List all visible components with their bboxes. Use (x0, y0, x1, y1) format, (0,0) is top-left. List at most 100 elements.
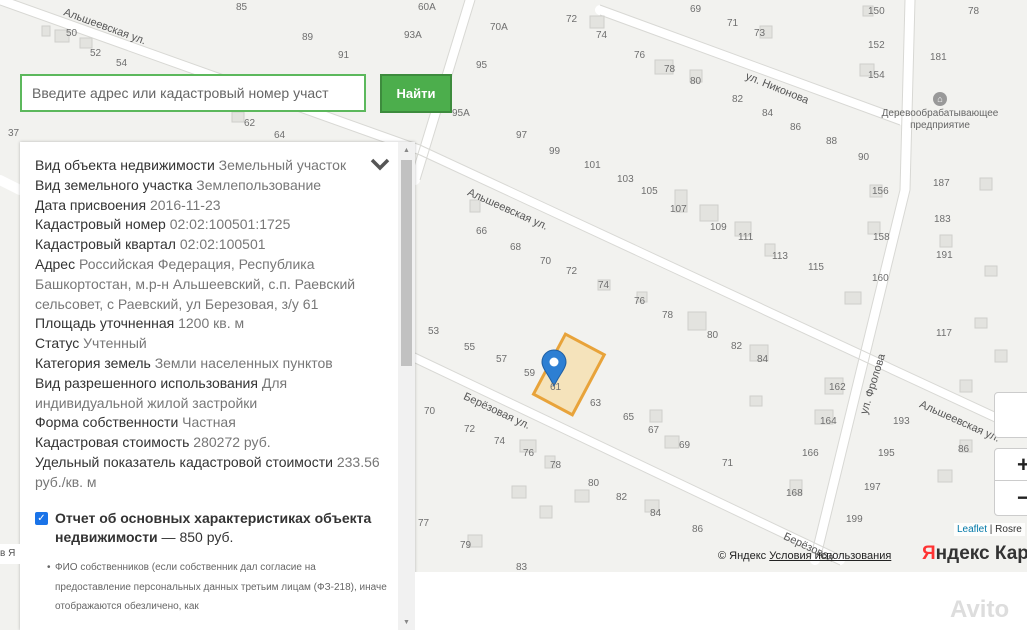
zoom-in-button[interactable]: + (995, 449, 1027, 481)
house-number-label: 50 (66, 28, 78, 39)
house-number-label: 82 (732, 94, 744, 105)
house-number-label: 86 (692, 524, 704, 535)
house-number-label: 197 (864, 482, 881, 493)
house-number-label: 90 (858, 152, 870, 163)
house-number-label: 74 (596, 30, 608, 41)
info-row-key: Кадастровый номер (35, 216, 166, 233)
house-number-label: 68 (510, 242, 522, 253)
info-row: Вид разрешенного использования Для индив… (35, 374, 390, 414)
info-row-key: Площадь уточненная (35, 315, 175, 332)
house-number-label: 80 (707, 330, 719, 341)
house-number-label: 69 (679, 440, 691, 451)
house-number-label: 72 (464, 424, 476, 435)
info-row: Кадастровый номер 02:02:100501:1725 (35, 215, 390, 235)
scroll-down-arrow-icon[interactable]: ▼ (398, 618, 415, 628)
house-number-label: 103 (617, 174, 634, 185)
info-row-value: Земли населенных пунктов (154, 354, 333, 371)
info-row-key: Кадастровый квартал (35, 236, 176, 253)
left-edge-label: в Я (0, 544, 22, 564)
info-row: Статус Учтенный (35, 334, 390, 354)
info-row-value: 280272 руб. (193, 434, 271, 451)
house-number-label: 84 (757, 354, 769, 365)
scroll-thumb[interactable] (401, 160, 412, 366)
house-number-label: 63 (590, 398, 602, 409)
house-number-label: 85 (236, 2, 248, 13)
house-number-label: 70 (424, 406, 436, 417)
house-number-label: 64 (274, 130, 286, 141)
info-row-value: Землепользование (196, 176, 322, 193)
scroll-up-arrow-icon[interactable]: ▲ (398, 146, 415, 156)
house-number-label: 72 (566, 266, 578, 277)
house-number-label: 74 (598, 280, 610, 291)
house-number-label: 70 (540, 256, 552, 267)
house-number-label: 89 (302, 32, 314, 43)
yandex-terms-link[interactable]: Условия использования (769, 550, 891, 562)
house-number-label: 69 (690, 4, 702, 15)
yandex-maps-logo[interactable]: Яндекс Карт (922, 543, 1027, 565)
house-number-label: 82 (616, 492, 628, 503)
house-number-label: 67 (648, 425, 660, 436)
house-number-label: 193 (893, 416, 910, 427)
house-number-label: 62 (244, 118, 256, 129)
map-attribution: Leaflet | Rosre (954, 523, 1025, 536)
house-number-label: 78 (662, 310, 674, 321)
house-number-label: 156 (872, 186, 889, 197)
info-row-key: Адрес (35, 255, 76, 272)
house-number-label: 78 (664, 64, 676, 75)
parcel-info-panel: Вид объекта недвижимости Земельный участ… (20, 142, 415, 630)
house-number-label: 150 (868, 6, 885, 17)
house-number-label: 160 (872, 273, 889, 284)
house-number-label: 199 (846, 514, 863, 525)
house-number-label: 95 (476, 60, 488, 71)
house-number-label: 84 (650, 508, 662, 519)
house-number-label: 191 (936, 250, 953, 261)
house-number-label: 158 (873, 232, 890, 243)
house-number-label: 78 (550, 460, 562, 471)
leaflet-link[interactable]: Leaflet (957, 524, 987, 535)
report-checkbox[interactable]: ✓ (35, 511, 48, 525)
house-number-label: 95А (452, 108, 470, 119)
house-number-label: 99 (549, 146, 561, 157)
house-number-label: 66 (476, 226, 488, 237)
rosreestr-attribution: | Rosre (987, 524, 1022, 535)
house-number-label: 57 (496, 354, 508, 365)
info-row: Площадь уточненная 1200 кв. м (35, 314, 390, 334)
info-row-value: Учтенный (83, 335, 147, 352)
info-row: Дата присвоения 2016-11-23 (35, 196, 390, 216)
house-number-label: 91 (338, 50, 350, 61)
house-number-label: 76 (634, 50, 646, 61)
collapse-chevron-icon[interactable] (368, 152, 392, 176)
house-number-label: 154 (868, 70, 885, 81)
info-row-key: Статус (35, 335, 80, 352)
house-number-label: 181 (930, 52, 947, 63)
road-nikonova (595, 5, 905, 125)
factory-icon: ⌂ (933, 92, 947, 106)
info-row: Кадастровая стоимость 280272 руб. (35, 433, 390, 453)
search-input[interactable] (20, 74, 366, 112)
house-number-label: 70А (490, 22, 508, 33)
zoom-control: + − (994, 448, 1027, 516)
house-number-label: 71 (722, 458, 734, 469)
house-number-label: 101 (584, 160, 601, 171)
zoom-out-button[interactable]: − (995, 482, 1027, 514)
search-button[interactable]: Найти (380, 74, 452, 113)
panel-scrollbar[interactable]: ▲ ▼ (398, 142, 415, 630)
info-row-value: 1200 кв. м (178, 315, 245, 332)
info-row-value: Земельный участок (218, 157, 347, 173)
house-number-label: 79 (460, 540, 472, 551)
house-number-label: 80 (690, 76, 702, 87)
poi-woodworking[interactable]: ⌂ Деревообрабатывающее предприятие (870, 92, 1010, 132)
house-number-label: 59 (524, 368, 536, 379)
report-option[interactable]: ✓ Отчет об основных характеристиках объе… (35, 509, 390, 549)
info-row-key: Кадастровая стоимость (35, 434, 190, 451)
info-row: Удельный показатель кадастровой стоимост… (35, 453, 390, 493)
layers-control[interactable] (994, 392, 1027, 438)
report-price: — 850 руб. (157, 529, 234, 546)
yandex-attribution: © Яндекс Условия использования (718, 550, 891, 562)
house-number-label: 76 (523, 448, 535, 459)
house-number-label: 187 (933, 178, 950, 189)
info-row: Вид земельного участка Землепользование (35, 176, 390, 196)
road-alsheevskaya (415, 145, 1027, 437)
house-number-label: 54 (116, 58, 128, 69)
yandex-logo-text: ндекс Карт (935, 543, 1027, 564)
